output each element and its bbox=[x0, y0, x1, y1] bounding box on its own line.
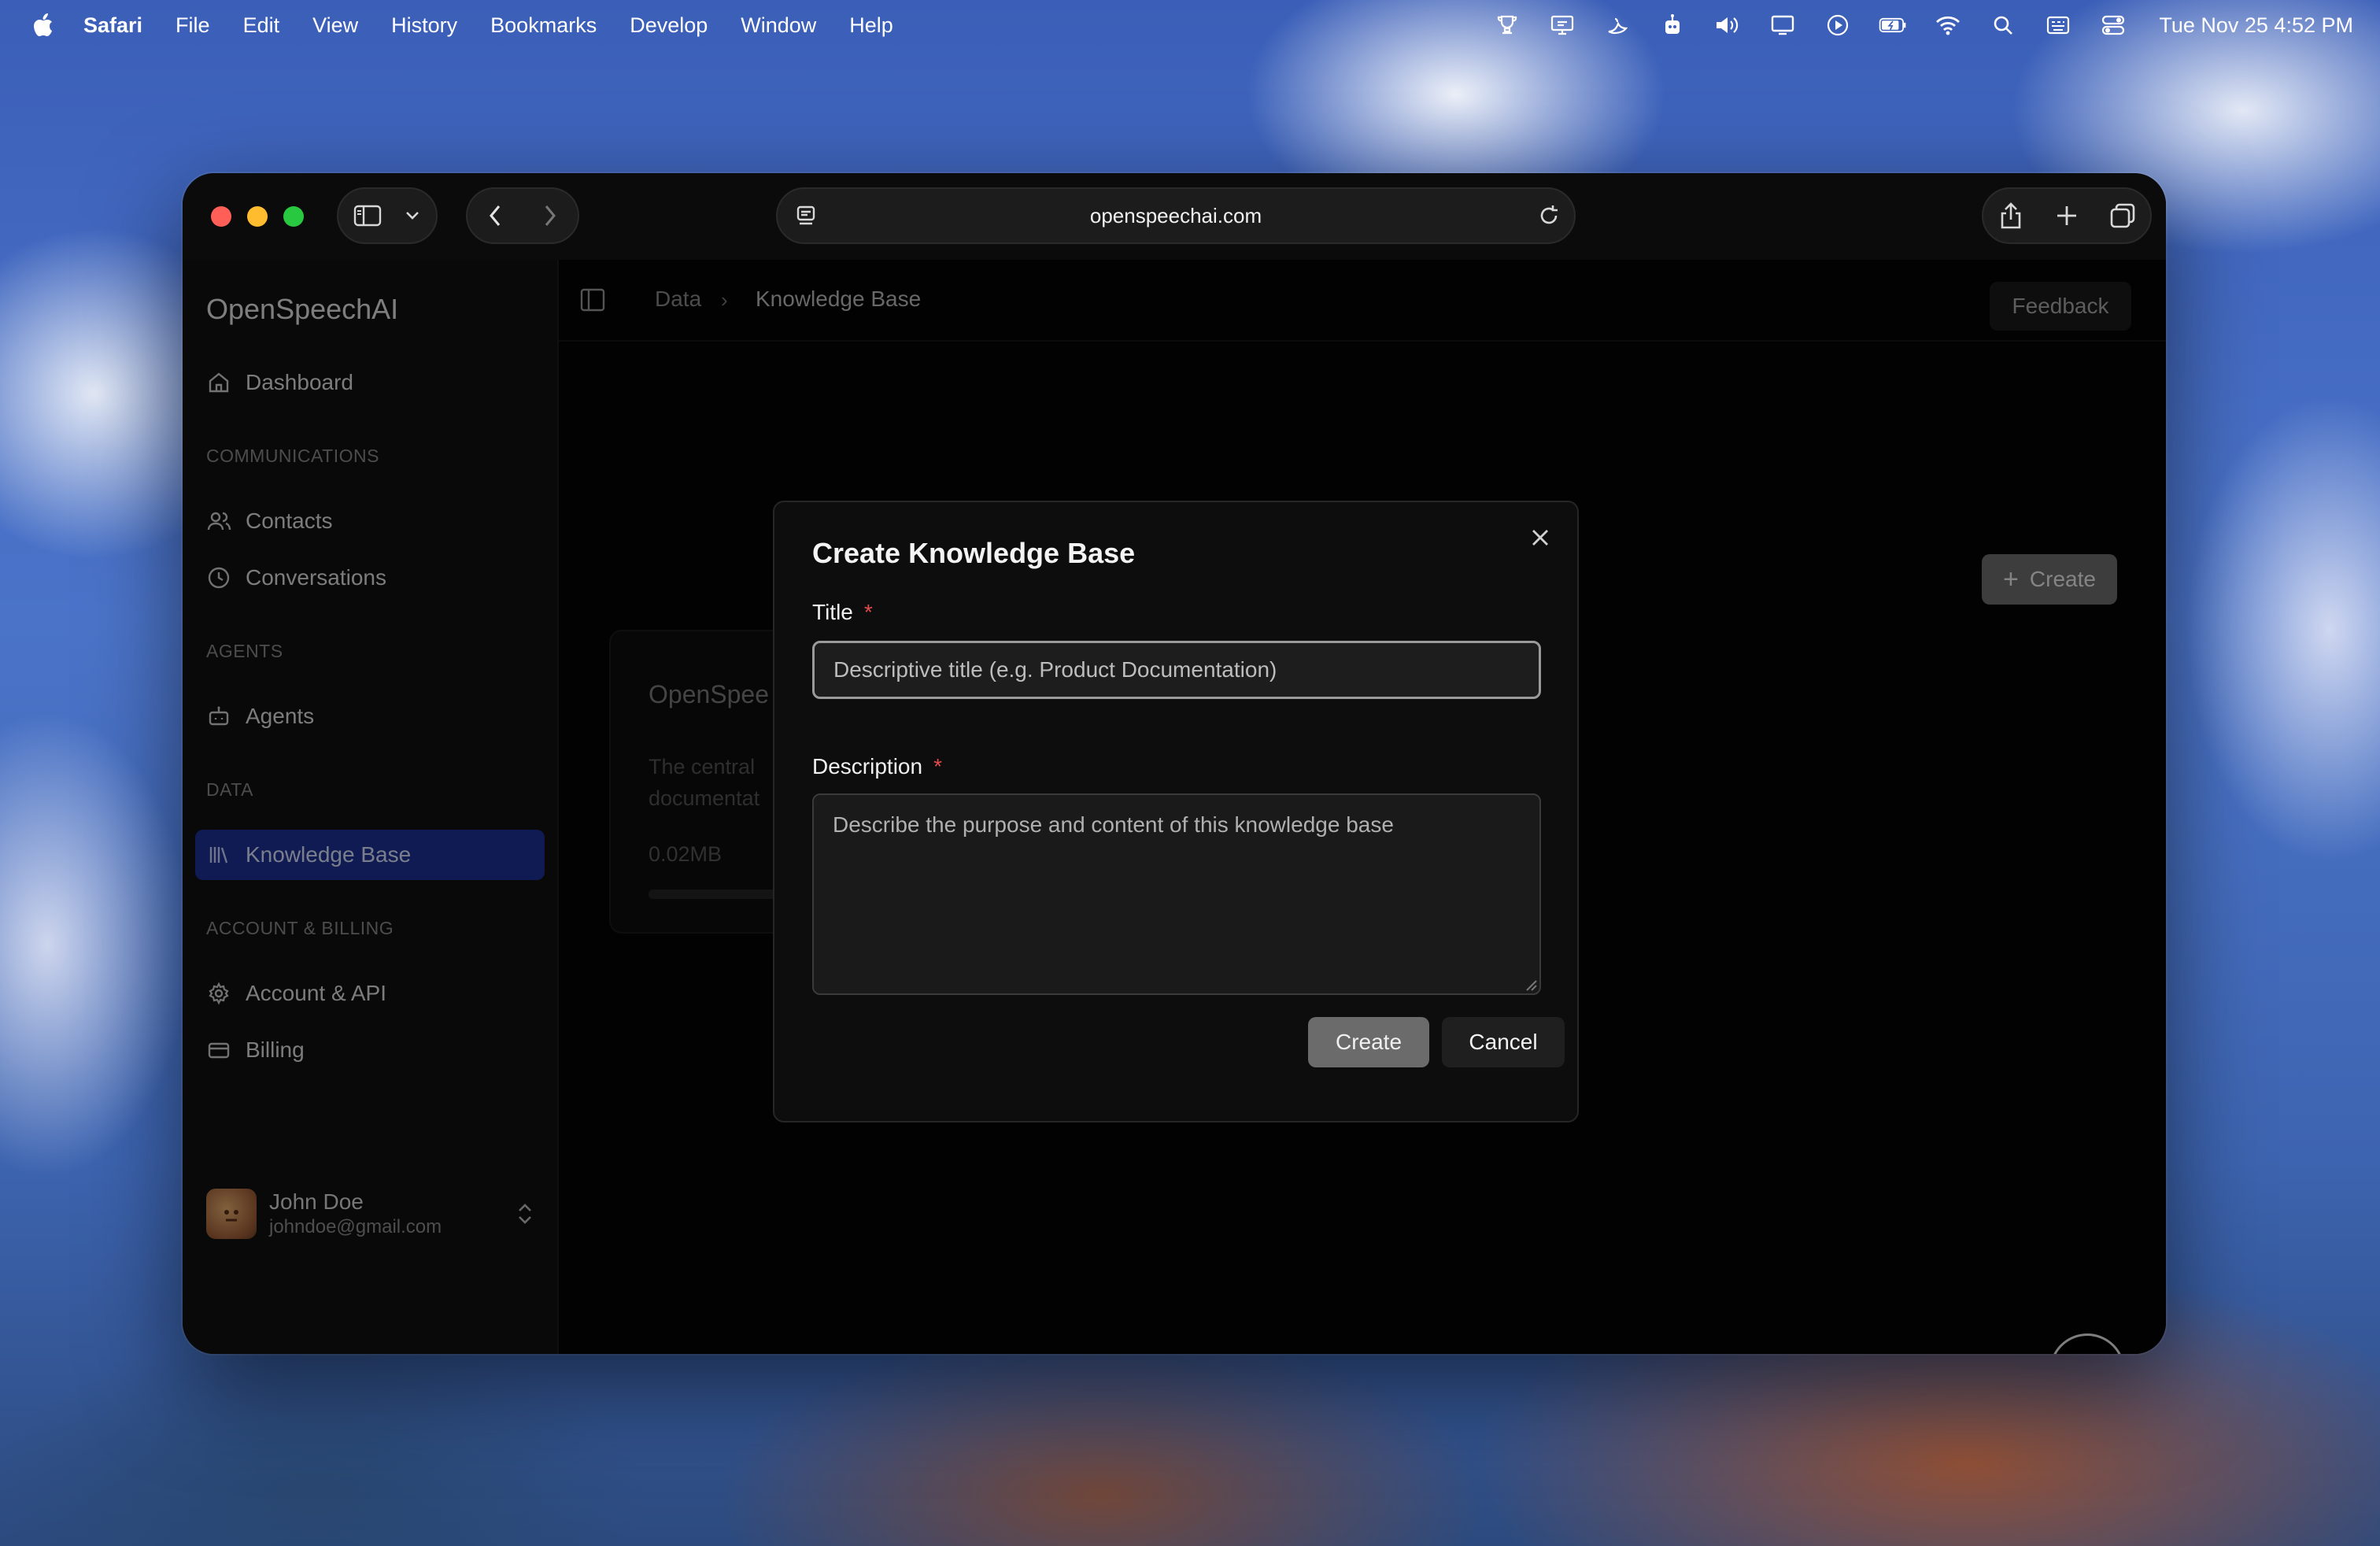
reload-icon[interactable] bbox=[1536, 203, 1561, 228]
page-menu-icon[interactable] bbox=[793, 203, 819, 228]
address-bar[interactable]: openspeechai.com bbox=[776, 187, 1576, 244]
title-label-text: Title bbox=[812, 600, 853, 624]
menu-edit[interactable]: Edit bbox=[243, 13, 280, 38]
spotlight-search-icon[interactable] bbox=[1989, 13, 2017, 37]
resize-grip-icon[interactable] bbox=[1524, 978, 1538, 992]
play-circle-icon[interactable] bbox=[1824, 13, 1852, 37]
browser-toolbar: openspeechai.com bbox=[183, 173, 2166, 260]
back-icon[interactable] bbox=[468, 189, 523, 242]
description-textarea[interactable] bbox=[812, 793, 1541, 995]
menu-view[interactable]: View bbox=[312, 13, 358, 38]
screen-share-icon[interactable] bbox=[1548, 13, 1576, 37]
url-text[interactable]: openspeechai.com bbox=[1090, 204, 1262, 228]
menu-bookmarks[interactable]: Bookmarks bbox=[490, 13, 597, 38]
chevron-down-icon[interactable] bbox=[397, 189, 428, 242]
menu-history[interactable]: History bbox=[391, 13, 457, 38]
display-icon[interactable] bbox=[1768, 13, 1797, 37]
menu-app-safari[interactable]: Safari bbox=[83, 13, 142, 38]
menubar-clock[interactable]: Tue Nov 25 4:52 PM bbox=[2159, 13, 2353, 38]
menu-file[interactable]: File bbox=[176, 13, 210, 38]
macos-menubar: Safari File Edit View History Bookmarks … bbox=[0, 0, 2380, 50]
required-asterisk: * bbox=[863, 600, 873, 624]
menu-develop[interactable]: Develop bbox=[630, 13, 708, 38]
menu-window[interactable]: Window bbox=[741, 13, 816, 38]
title-field-label: Title * bbox=[812, 600, 873, 625]
dialog-title: Create Knowledge Base bbox=[812, 537, 1136, 569]
sidebar-toggle-group bbox=[337, 187, 438, 244]
new-tab-plus-icon[interactable] bbox=[2039, 189, 2095, 242]
forward-icon[interactable] bbox=[523, 189, 578, 242]
robot-icon[interactable] bbox=[1658, 13, 1687, 37]
description-field-label: Description * bbox=[812, 754, 942, 779]
share-icon[interactable] bbox=[1983, 189, 2039, 242]
tab-overview-icon[interactable] bbox=[2094, 189, 2150, 242]
apple-menu-icon[interactable] bbox=[31, 12, 55, 39]
dialog-create-button[interactable]: Create bbox=[1308, 1017, 1429, 1067]
trophy-icon[interactable] bbox=[1493, 13, 1521, 37]
title-input[interactable] bbox=[812, 641, 1541, 699]
browser-sidebar-icon[interactable] bbox=[338, 189, 397, 242]
bird-icon[interactable] bbox=[1603, 13, 1632, 37]
zoom-window-button[interactable] bbox=[283, 206, 304, 227]
required-asterisk: * bbox=[933, 754, 942, 779]
close-icon[interactable] bbox=[1528, 526, 1552, 549]
safari-window: openspeechai.com OpenSpeechAI Dashboard … bbox=[183, 173, 2166, 1354]
dialog-cancel-button[interactable]: Cancel bbox=[1442, 1017, 1565, 1067]
keyboard-input-icon[interactable] bbox=[2044, 13, 2072, 37]
history-nav-group bbox=[466, 187, 579, 244]
minimize-window-button[interactable] bbox=[247, 206, 268, 227]
volume-icon[interactable] bbox=[1713, 13, 1742, 37]
control-center-icon[interactable] bbox=[2099, 13, 2127, 37]
browser-actions-group bbox=[1982, 187, 2152, 244]
create-knowledge-base-dialog: Create Knowledge Base Title * Description… bbox=[773, 501, 1579, 1123]
battery-icon[interactable] bbox=[1879, 13, 1907, 37]
close-window-button[interactable] bbox=[211, 206, 231, 227]
description-label-text: Description bbox=[812, 754, 923, 779]
menu-help[interactable]: Help bbox=[849, 13, 893, 38]
wifi-icon[interactable] bbox=[1934, 13, 1962, 37]
